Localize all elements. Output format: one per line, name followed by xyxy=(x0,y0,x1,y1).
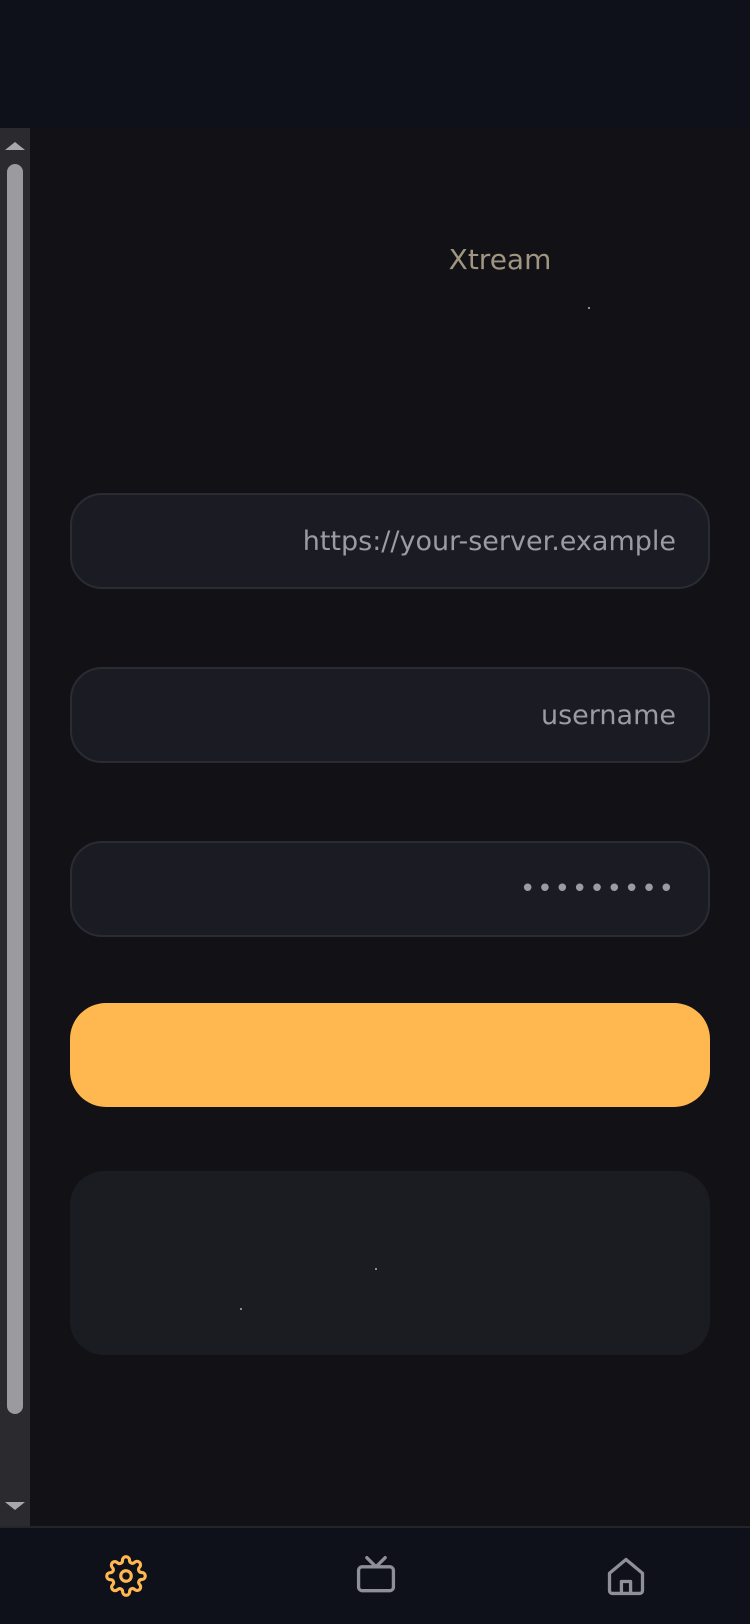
decorative-dot xyxy=(588,307,590,309)
username-input[interactable]: username xyxy=(70,667,710,763)
info-panel xyxy=(70,1171,710,1355)
scroll-down-arrow-icon[interactable] xyxy=(5,1502,25,1510)
password-input[interactable]: ••••••••• xyxy=(70,841,710,937)
decorative-dot xyxy=(240,1308,242,1310)
scrollbar-thumb[interactable] xyxy=(7,164,23,1414)
tv-icon xyxy=(356,1556,396,1593)
bottom-navigation xyxy=(0,1526,750,1624)
username-placeholder: username xyxy=(541,699,676,731)
home-icon xyxy=(607,1557,645,1596)
server-url-input[interactable]: https://your-server.example xyxy=(70,493,710,589)
app-brand-title: Xtream xyxy=(448,243,552,276)
login-button[interactable] xyxy=(70,1003,710,1107)
nav-tv-button[interactable] xyxy=(348,1548,404,1604)
server-url-placeholder: https://your-server.example xyxy=(302,525,676,557)
decorative-dot xyxy=(375,1268,377,1270)
nav-home-button[interactable] xyxy=(598,1548,654,1604)
top-bar xyxy=(0,0,750,128)
password-placeholder: ••••••••• xyxy=(519,874,676,904)
gear-icon xyxy=(105,1555,147,1597)
scroll-up-arrow-icon[interactable] xyxy=(5,142,25,150)
nav-settings-button[interactable] xyxy=(98,1548,154,1604)
